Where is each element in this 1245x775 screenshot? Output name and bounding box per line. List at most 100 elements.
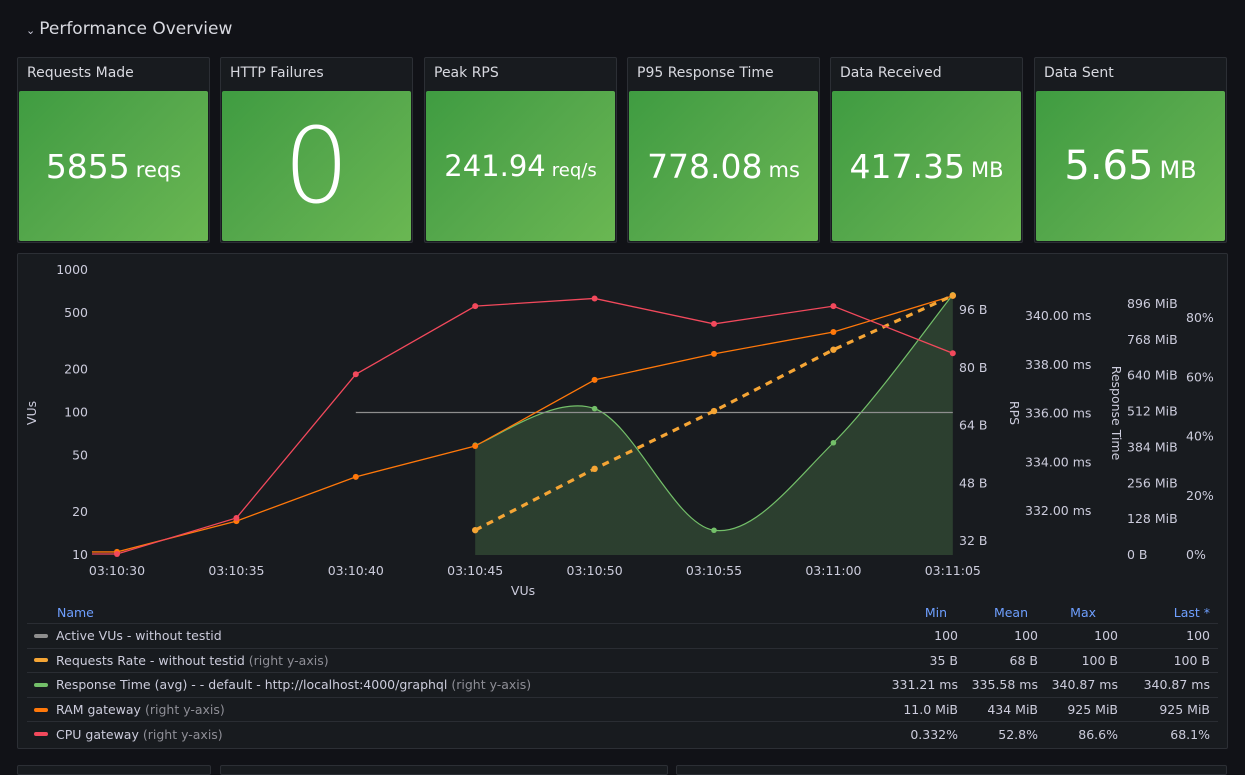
response-axis-tick: 336.00 ms bbox=[1025, 406, 1091, 421]
legend-series-name[interactable]: Requests Rate - without testid (right y-a… bbox=[27, 653, 878, 668]
ram-axis-tick: 128 MiB bbox=[1127, 511, 1178, 526]
ram-axis-tick: 256 MiB bbox=[1127, 475, 1178, 490]
response-time-area bbox=[475, 294, 953, 555]
legend-max: 100 bbox=[1094, 628, 1118, 644]
legend-series-name[interactable]: CPU gateway (right y-axis) bbox=[27, 727, 878, 742]
x-axis-tick: 03:10:55 bbox=[686, 563, 742, 578]
series-label: Response Time (avg) - - default - http:/… bbox=[56, 677, 448, 693]
requests-rate-point bbox=[949, 292, 956, 299]
requests-rate-point bbox=[472, 526, 479, 534]
cpu-axis-tick: 20% bbox=[1186, 488, 1214, 503]
ram-gateway-point bbox=[472, 443, 479, 450]
cpu-axis: 80% 60% 40% 20% 0% bbox=[1186, 310, 1214, 562]
response-axis-tick: 340.00 ms bbox=[1025, 308, 1091, 323]
legend-last: 100 bbox=[1186, 628, 1210, 644]
ram-axis-tick: 768 MiB bbox=[1127, 332, 1178, 347]
panel-stub bbox=[676, 765, 1227, 775]
x-axis-tick: 03:10:50 bbox=[567, 563, 623, 578]
legend-min: 331.21 ms bbox=[891, 677, 958, 693]
x-axis-tick: 03:10:35 bbox=[208, 563, 264, 578]
series-label: RAM gateway bbox=[56, 702, 141, 718]
axis-note: (right y-axis) bbox=[142, 726, 223, 742]
legend-table: Name Min Mean Max Last * Active VUs - wi… bbox=[27, 601, 1218, 752]
response-time-point bbox=[591, 405, 598, 412]
legend-header-min[interactable]: Min bbox=[878, 605, 958, 620]
timeseries-chart[interactable]: 1000500200100502010 03:10:30 03:10:35 03:1… bbox=[0, 0, 1245, 600]
requests-rate-point bbox=[591, 465, 598, 473]
x-axis-tick: 03:10:30 bbox=[89, 563, 145, 578]
legend-max: 925 MiB bbox=[1067, 702, 1118, 718]
series-color-swatch[interactable] bbox=[34, 732, 48, 737]
left-axis-tick: 200 bbox=[64, 362, 88, 377]
legend-row[interactable]: RAM gateway (right y-axis) 11.0 MiB 434 MiB… bbox=[27, 696, 1218, 722]
ram-axis-tick: 512 MiB bbox=[1127, 404, 1178, 419]
series-label: Active VUs - without testid bbox=[56, 628, 222, 644]
x-axis: 03:10:30 03:10:35 03:10:40 03:10:45 03:10:50… bbox=[89, 563, 981, 578]
legend-header-max[interactable]: Max bbox=[1038, 605, 1118, 620]
legend-series-name[interactable]: Active VUs - without testid bbox=[27, 628, 878, 643]
rps-axis-tick: 32 B bbox=[959, 533, 987, 548]
x-axis-tick: 03:11:05 bbox=[925, 563, 981, 578]
legend-series-name[interactable]: Response Time (avg) - - default - http:/… bbox=[27, 677, 878, 692]
x-axis-tick: 03:10:45 bbox=[447, 563, 503, 578]
rps-axis-tick: 80 B bbox=[959, 360, 987, 375]
cpu-axis-tick: 60% bbox=[1186, 369, 1214, 384]
legend-header-last[interactable]: Last * bbox=[1118, 605, 1218, 620]
cpu-gateway-point bbox=[114, 551, 120, 558]
cpu-gateway-point bbox=[591, 295, 598, 302]
cpu-axis-tick: 0% bbox=[1186, 547, 1206, 562]
requests-rate-point bbox=[830, 346, 837, 353]
legend-min: 0.332% bbox=[910, 726, 958, 742]
response-time-axis: 340.00 ms 338.00 ms 336.00 ms 334.00 ms 332.… bbox=[1025, 308, 1091, 518]
axis-note: (right y-axis) bbox=[248, 652, 329, 668]
ram-gateway-point bbox=[352, 473, 359, 480]
cpu-axis-tick: 40% bbox=[1186, 429, 1214, 444]
ram-axis-tick: 896 MiB bbox=[1127, 296, 1178, 311]
response-time-point bbox=[711, 527, 717, 534]
rps-axis-label: RPS bbox=[1007, 401, 1022, 425]
left-axis-tick: 50 bbox=[72, 447, 88, 462]
legend-row[interactable]: CPU gateway (right y-axis) 0.332% 52.8% 86.6… bbox=[27, 721, 1218, 746]
series-label: CPU gateway bbox=[56, 726, 139, 742]
cpu-gateway-point bbox=[233, 514, 240, 521]
legend-mean: 52.8% bbox=[998, 726, 1038, 742]
ram-gateway-point bbox=[830, 329, 837, 336]
response-axis-label: Response Time bbox=[1109, 366, 1124, 461]
cpu-axis-tick: 80% bbox=[1186, 310, 1214, 325]
rps-axis-tick: 64 B bbox=[959, 418, 987, 433]
x-axis-tick: 03:10:40 bbox=[328, 563, 384, 578]
series-color-swatch[interactable] bbox=[34, 658, 48, 663]
legend-last: 100 B bbox=[1173, 652, 1210, 668]
legend-row[interactable]: Active VUs - without testid 100 100 100 100 bbox=[27, 623, 1218, 648]
series-color-swatch[interactable] bbox=[34, 633, 48, 638]
left-axis-tick: 100 bbox=[64, 405, 88, 420]
left-axis-tick: 10 bbox=[72, 547, 88, 562]
series-color-swatch[interactable] bbox=[34, 682, 48, 687]
x-axis-tick: 03:11:00 bbox=[805, 563, 861, 578]
series-color-swatch[interactable] bbox=[34, 707, 48, 712]
left-axis-tick: 500 bbox=[64, 305, 88, 320]
rps-axis-tick: 96 B bbox=[959, 302, 987, 317]
legend-header: Name Min Mean Max Last * bbox=[27, 601, 1218, 623]
legend-header-mean[interactable]: Mean bbox=[958, 605, 1038, 620]
legend-mean: 100 bbox=[1014, 628, 1038, 644]
legend-header-name[interactable]: Name bbox=[27, 605, 878, 620]
cpu-gateway-point bbox=[830, 303, 837, 310]
left-axis-tick: 1000 bbox=[56, 262, 88, 277]
legend-mean: 335.58 ms bbox=[971, 677, 1038, 693]
legend-last: 925 MiB bbox=[1159, 702, 1210, 718]
response-axis-tick: 334.00 ms bbox=[1025, 454, 1091, 469]
ram-axis-tick: 0 B bbox=[1127, 547, 1148, 562]
cpu-gateway-point bbox=[949, 350, 956, 357]
response-axis-tick: 338.00 ms bbox=[1025, 357, 1091, 372]
response-axis-tick: 332.00 ms bbox=[1025, 503, 1091, 518]
legend-min: 35 B bbox=[929, 652, 958, 668]
legend-last: 68.1% bbox=[1170, 726, 1210, 742]
ram-axis-tick: 640 MiB bbox=[1127, 368, 1178, 383]
series-layer bbox=[92, 291, 956, 558]
left-y-axis: 1000 500 200 100 50 20 10 bbox=[56, 262, 88, 562]
legend-row[interactable]: Requests Rate - without testid (right y-a… bbox=[27, 647, 1218, 673]
legend-series-name[interactable]: RAM gateway (right y-axis) bbox=[27, 702, 878, 717]
series-label: Requests Rate - without testid bbox=[56, 652, 245, 668]
legend-row[interactable]: Response Time (avg) - - default - http:/… bbox=[27, 672, 1218, 697]
